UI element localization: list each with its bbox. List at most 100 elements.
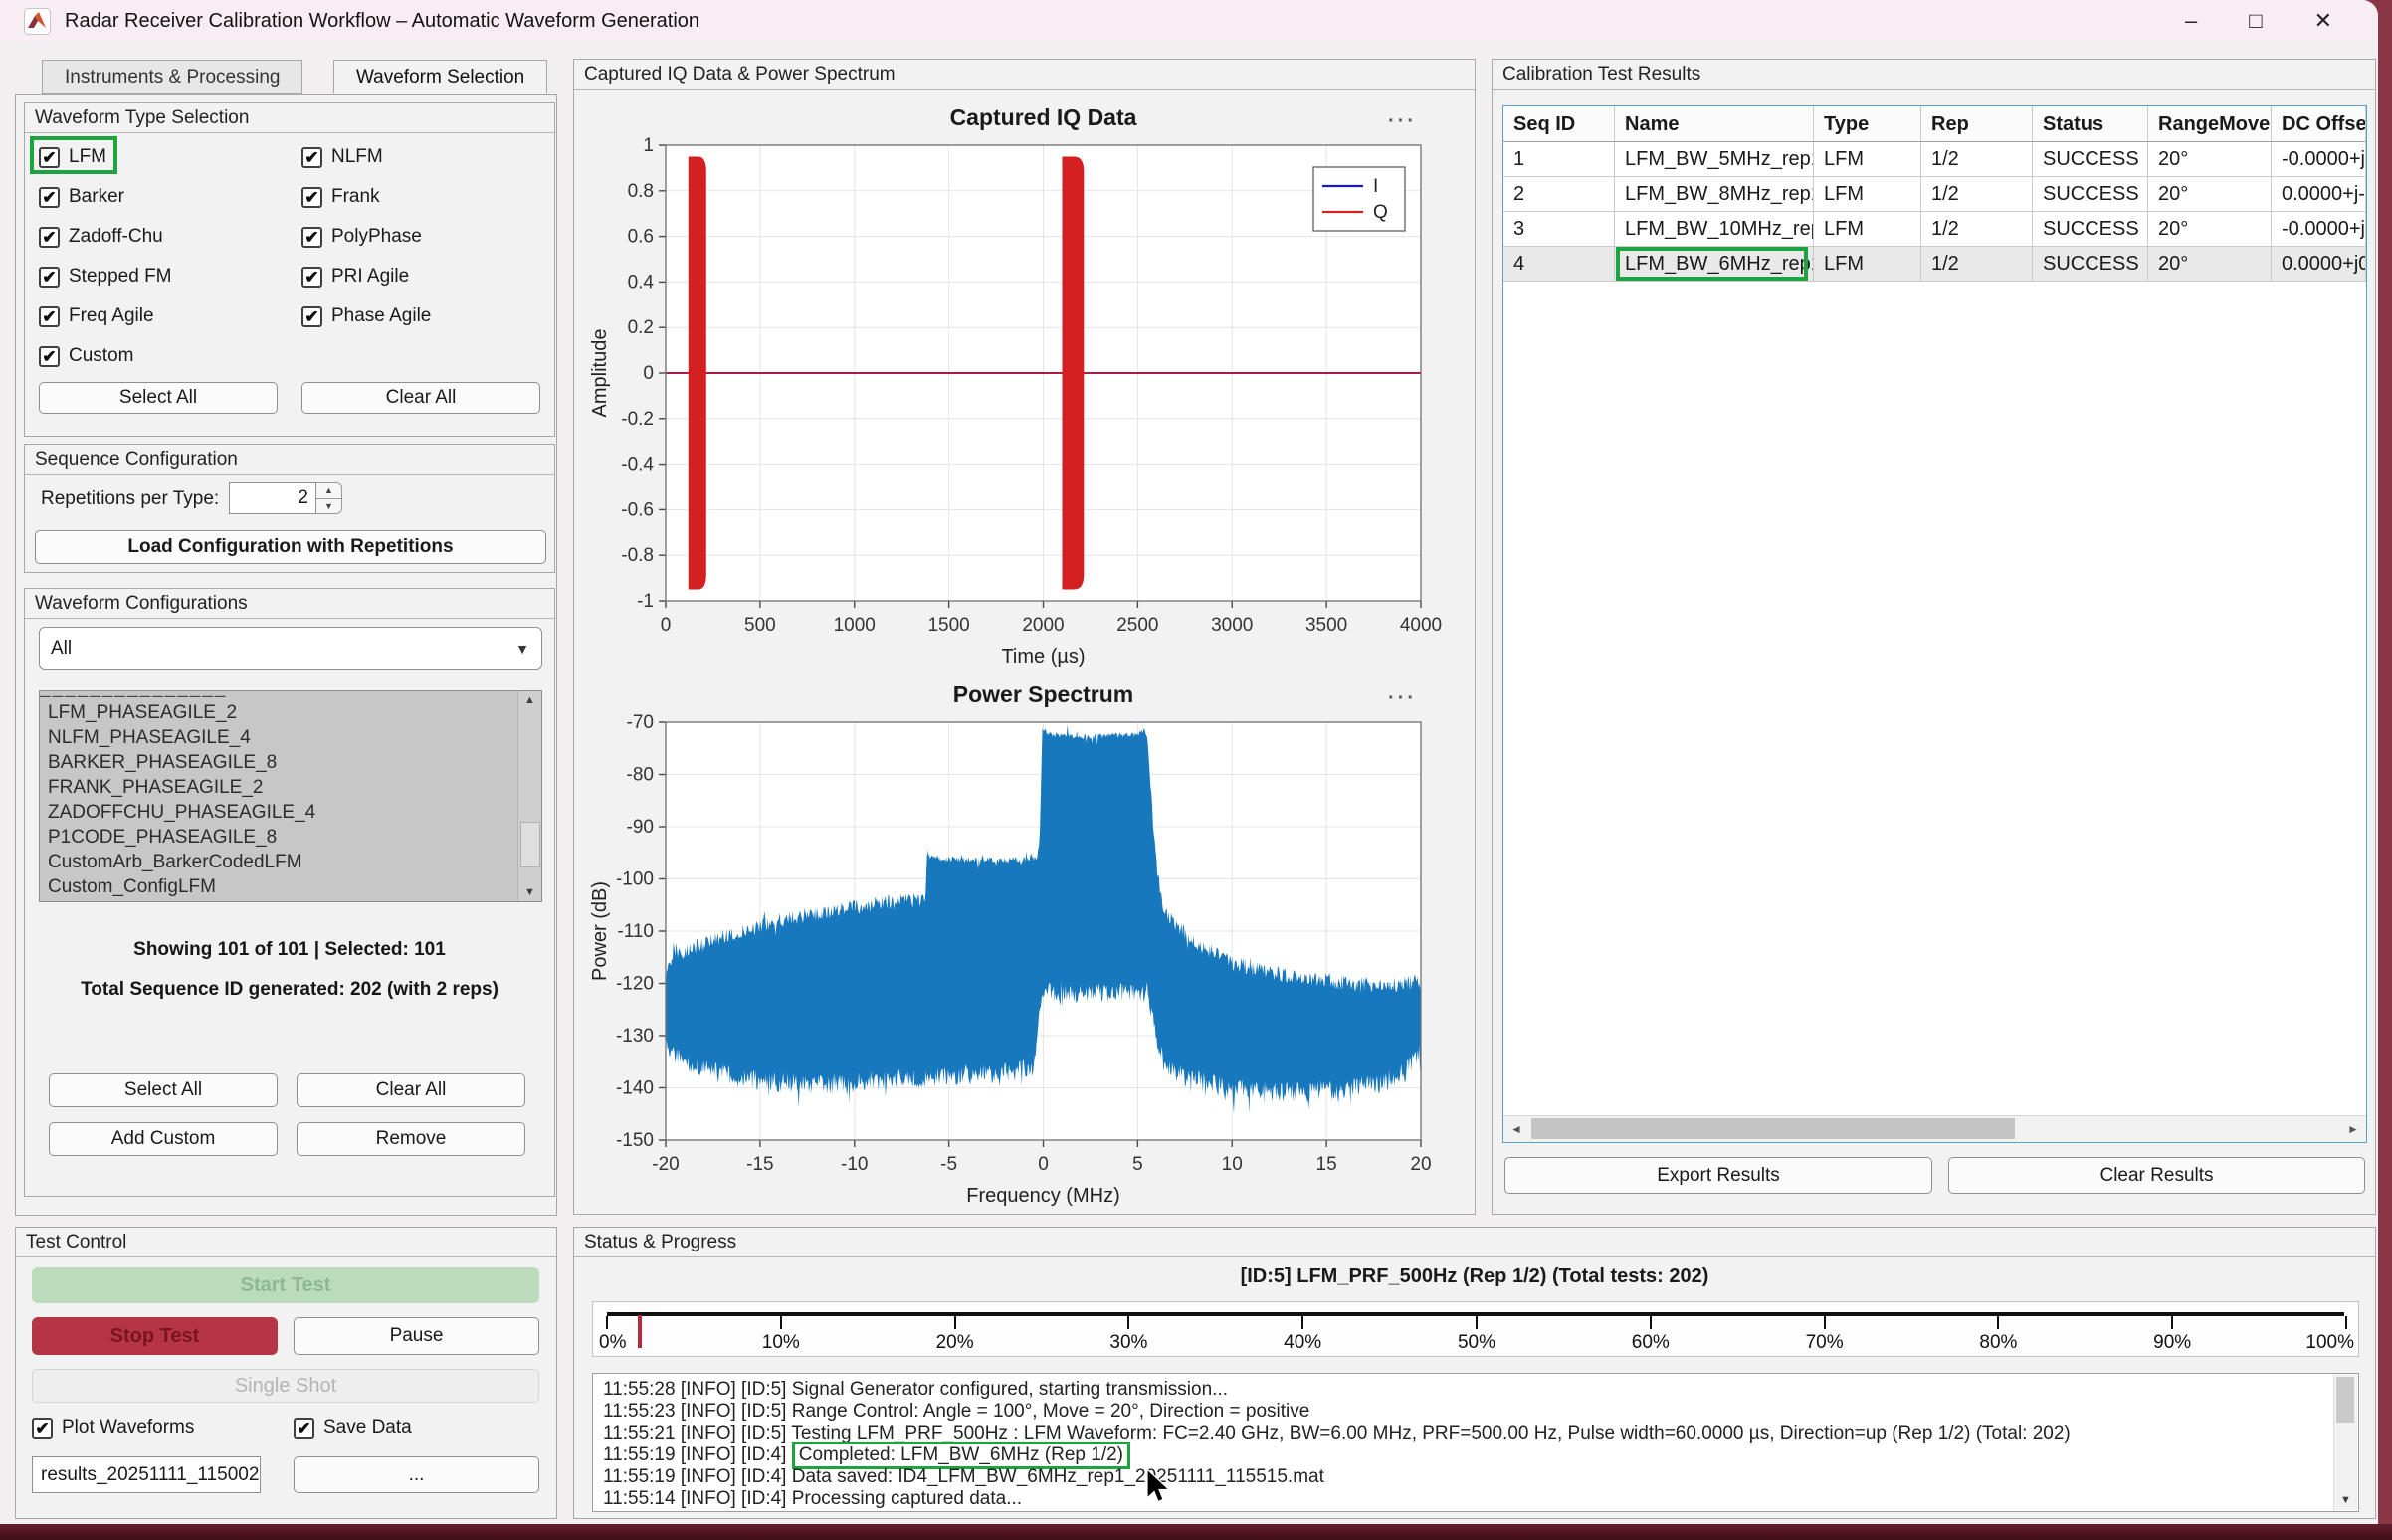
- list-item[interactable]: NLFM_PHASEAGILE_4: [40, 725, 541, 750]
- tab-waveform-selection[interactable]: Waveform Selection: [333, 60, 547, 94]
- svg-text:-10: -10: [841, 1154, 868, 1175]
- table-cell: LFM_BW_10MHz_rep1: [1615, 212, 1814, 247]
- repetitions-spinner[interactable]: 2 ▲ ▼: [229, 482, 342, 514]
- svg-text:-110: -110: [617, 921, 654, 942]
- scroll-down-icon[interactable]: ▼: [2334, 1494, 2357, 1506]
- column-header[interactable]: RangeMove: [2148, 106, 2272, 142]
- column-header[interactable]: Status: [2033, 106, 2148, 142]
- scroll-up-icon[interactable]: ▲: [518, 694, 541, 706]
- waveform-type-checkbox-barker[interactable]: ✔Barker: [39, 179, 124, 215]
- scroll-down-icon[interactable]: ▼: [518, 886, 541, 898]
- log-scrollbar[interactable]: ▼: [2333, 1375, 2357, 1510]
- list-item[interactable]: P1CODE_PHASEAGILE_8: [40, 825, 541, 850]
- table-horizontal-scrollbar[interactable]: ◄ ►: [1503, 1115, 2366, 1142]
- ruler-tick-label: 50%: [1458, 1332, 1495, 1354]
- log-output[interactable]: 11:55:28 [INFO] [ID:5] Signal Generator …: [592, 1373, 2359, 1512]
- waveform-listbox[interactable]: _______________LFM_PHASEAGILE_2NLFM_PHAS…: [39, 690, 542, 902]
- waveform-type-checkbox-frank[interactable]: ✔Frank: [301, 179, 380, 215]
- waveform-type-checkbox-freq-agile[interactable]: ✔Freq Agile: [39, 298, 154, 334]
- svg-text:3500: 3500: [1305, 615, 1347, 636]
- results-table[interactable]: Seq IDNameTypeRepStatusRangeMoveDC Offse…: [1502, 105, 2367, 1143]
- checkbox-label: PRI Agile: [331, 266, 409, 288]
- list-item[interactable]: CustomArb_BarkerCodedLFM: [40, 850, 541, 874]
- svg-text:-120: -120: [616, 974, 654, 995]
- table-row[interactable]: 4LFM_BW_6MHz_rep1LFM1/2SUCCESS20°0.0000+…: [1503, 247, 2366, 282]
- waveform-type-checkbox-custom[interactable]: ✔Custom: [39, 338, 133, 374]
- load-configuration-button[interactable]: Load Configuration with Repetitions: [35, 530, 546, 564]
- spinner-up-icon[interactable]: ▲: [316, 482, 342, 499]
- pause-button[interactable]: Pause: [294, 1317, 539, 1355]
- list-item[interactable]: LFM_PHASEAGILE_2: [40, 700, 541, 725]
- panel-title: Waveform Type Selection: [25, 103, 554, 133]
- list-item[interactable]: Custom_ConfigLFM: [40, 874, 541, 899]
- listbox-scrollbar[interactable]: ▲ ▼: [517, 691, 541, 901]
- left-tabgroup: Instruments & Processing Waveform Select…: [15, 60, 557, 1216]
- scrollbar-thumb[interactable]: [520, 822, 540, 867]
- list-item[interactable]: FRANK_PHASEAGILE_2: [40, 775, 541, 800]
- close-icon[interactable]: ✕: [2314, 8, 2332, 34]
- column-header[interactable]: Type: [1814, 106, 1921, 142]
- table-cell: SUCCESS: [2033, 177, 2148, 212]
- start-test-button[interactable]: Start Test: [32, 1267, 539, 1303]
- minimize-icon[interactable]: –: [2185, 8, 2197, 34]
- waveform-type-checkbox-polyphase[interactable]: ✔PolyPhase: [301, 219, 422, 255]
- spinner-down-icon[interactable]: ▼: [316, 499, 342, 515]
- tab-instruments-processing[interactable]: Instruments & Processing: [42, 60, 302, 94]
- save-data-checkbox[interactable]: ✔ Save Data: [294, 1417, 412, 1439]
- scrollbar-thumb[interactable]: [1531, 1118, 2015, 1139]
- maximize-icon[interactable]: □: [2249, 8, 2262, 34]
- column-header[interactable]: Seq ID: [1503, 106, 1615, 142]
- svg-text:-90: -90: [627, 817, 654, 838]
- scrollbar-thumb[interactable]: [2336, 1377, 2354, 1423]
- iq-spectrum-panel: Captured IQ Data & Power Spectrum 050010…: [573, 59, 1476, 1215]
- title-bar: Radar Receiver Calibration Workflow – Au…: [0, 0, 2378, 42]
- types-select-all-button[interactable]: Select All: [39, 382, 278, 414]
- column-header[interactable]: Name: [1615, 106, 1814, 142]
- waveform-configurations-panel: Waveform Configurations All ▼ __________…: [24, 588, 555, 1197]
- column-header[interactable]: Rep: [1921, 106, 2033, 142]
- progress-ruler: 0%10%20%30%40%50%60%70%80%90%100%: [592, 1301, 2359, 1357]
- waveform-type-checkbox-zadoff-chu[interactable]: ✔Zadoff-Chu: [39, 219, 163, 255]
- waveform-type-checkbox-stepped-fm[interactable]: ✔Stepped FM: [39, 259, 172, 294]
- scroll-left-icon[interactable]: ◄: [1503, 1116, 1529, 1142]
- types-clear-all-button[interactable]: Clear All: [301, 382, 540, 414]
- test-control-panel: Test Control Start Test Stop Test Pause …: [15, 1227, 557, 1519]
- table-row[interactable]: 1LFM_BW_5MHz_rep1LFM1/2SUCCESS20°-0.0000…: [1503, 142, 2366, 177]
- repetitions-label: Repetitions per Type:: [41, 488, 219, 510]
- matlab-app-icon: [24, 8, 51, 35]
- column-header[interactable]: DC Offset: [2272, 106, 2366, 142]
- waveform-type-checkbox-nlfm[interactable]: ✔NLFM: [301, 139, 383, 175]
- stop-test-button[interactable]: Stop Test: [32, 1317, 278, 1355]
- current-test-label: [ID:5] LFM_PRF_500Hz (Rep 1/2) (Total te…: [574, 1265, 2375, 1288]
- svg-text:Power (dB): Power (dB): [589, 881, 611, 981]
- list-item-partial[interactable]: _______________: [40, 691, 541, 700]
- svg-text:10: 10: [1222, 1154, 1243, 1175]
- repetitions-value[interactable]: 2: [229, 482, 316, 514]
- browse-button[interactable]: ...: [294, 1456, 539, 1493]
- waveform-type-checkbox-pri-agile[interactable]: ✔PRI Agile: [301, 259, 409, 294]
- waveform-type-checkbox-lfm[interactable]: ✔LFM: [39, 139, 106, 175]
- remove-button[interactable]: Remove: [297, 1122, 525, 1156]
- single-shot-button[interactable]: Single Shot: [32, 1369, 539, 1403]
- svg-text:Time (µs): Time (µs): [1001, 646, 1085, 668]
- table-row[interactable]: 3LFM_BW_10MHz_rep1LFM1/2SUCCESS20°-0.000…: [1503, 212, 2366, 247]
- scroll-right-icon[interactable]: ►: [2340, 1116, 2366, 1142]
- add-custom-button[interactable]: Add Custom: [49, 1122, 278, 1156]
- results-filename-input[interactable]: results_20251111_115002: [32, 1456, 261, 1493]
- configs-clear-all-button[interactable]: Clear All: [297, 1073, 525, 1107]
- checkbox-label: Freq Agile: [69, 305, 154, 327]
- waveform-type-checkbox-phase-agile[interactable]: ✔Phase Agile: [301, 298, 431, 334]
- power-spectrum-chart: -20-15-10-505101520-150-140-130-120-110-…: [584, 673, 1465, 1210]
- clear-results-button[interactable]: Clear Results: [1948, 1157, 2365, 1194]
- export-results-button[interactable]: Export Results: [1504, 1157, 1932, 1194]
- table-row[interactable]: 2LFM_BW_8MHz_rep1LFM1/2SUCCESS20°0.0000+…: [1503, 177, 2366, 212]
- configs-select-all-button[interactable]: Select All: [49, 1073, 278, 1107]
- checkbox-checked-icon: ✔: [39, 227, 60, 248]
- svg-text:2000: 2000: [1022, 615, 1064, 636]
- filter-dropdown[interactable]: All ▼: [39, 627, 542, 670]
- list-item[interactable]: BARKER_PHASEAGILE_8: [40, 750, 541, 775]
- svg-text:-0.8: -0.8: [621, 545, 654, 566]
- list-item[interactable]: ZADOFFCHU_PHASEAGILE_4: [40, 800, 541, 825]
- plot-waveforms-checkbox[interactable]: ✔ Plot Waveforms: [32, 1417, 194, 1439]
- svg-text:Captured IQ Data: Captured IQ Data: [950, 104, 1137, 130]
